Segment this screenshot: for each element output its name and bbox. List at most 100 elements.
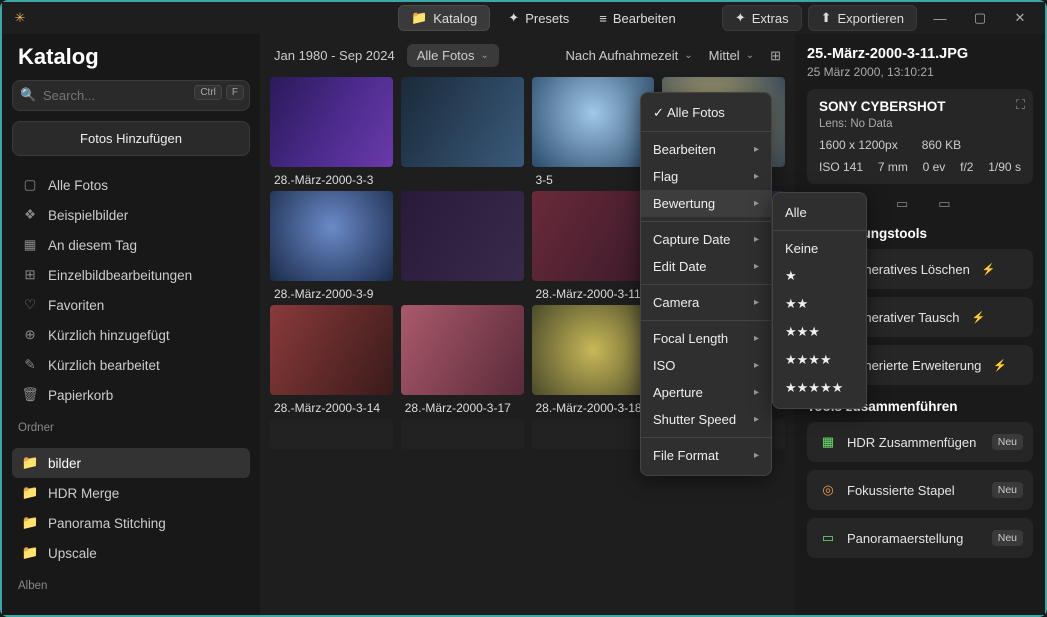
thumb-label: 28.-März-2000-3-14 [270,395,393,419]
ev-value: 0 ev [923,160,946,174]
dimensions: 1600 x 1200px [819,138,898,152]
sidebar-title: Katalog [18,44,250,70]
folder-bilder[interactable]: 📁bilder [12,448,250,478]
nav-favorites[interactable]: ♡Favoriten [12,290,250,320]
nav-single-edits[interactable]: ⊞Einzelbildbearbeitungen [12,260,250,290]
date-range: Jan 1980 - Sep 2024 [274,48,395,63]
dd-format[interactable]: File Format▸ [641,442,771,469]
dd-iso[interactable]: ISO▸ [641,352,771,379]
chevron-down-icon: ⌄ [746,50,754,61]
thumbnail[interactable] [401,305,524,395]
app-logo: ✳ [10,8,30,28]
folder-upscale[interactable]: 📁Upscale [12,538,250,568]
thumbnail[interactable] [270,191,393,281]
folder-icon: 📁 [22,485,38,501]
new-badge: Neu [992,482,1023,498]
filter-chip[interactable]: Alle Fotos⌄ [407,44,499,67]
titlebar: ✳ 📁Katalog ✦Presets ≡Bearbeiten ✦Extras … [2,2,1045,34]
nav-recent-added[interactable]: ⊕Kürzlich hinzugefügt [12,320,250,350]
stack2-icon[interactable]: ▭ [938,196,950,212]
thumbnail[interactable] [532,77,655,167]
tool-panorama[interactable]: ▭PanoramaerstellungNeu [807,518,1033,558]
thumb-label: 3-5 [532,167,655,191]
new-badge: Neu [992,530,1023,546]
tab-presets[interactable]: ✦Presets [496,5,581,31]
file-size: 860 KB [922,138,961,152]
search-icon: 🔍 [20,87,36,103]
filter-dropdown: ✓Alle Fotos Bearbeiten▸ Flag▸ Bewertung▸… [640,92,772,476]
folder-hdr[interactable]: 📁HDR Merge [12,478,250,508]
focal-value: 7 mm [878,160,908,174]
dd-aperture[interactable]: Aperture▸ [641,379,771,406]
content-area: Jan 1980 - Sep 2024 Alle Fotos⌄ Nach Auf… [260,34,795,615]
thumb-label: 28.-März-2000-3-18 [532,395,655,419]
thumbnail[interactable] [401,191,524,281]
folder-panorama[interactable]: 📁Panorama Stitching [12,508,250,538]
dd-rating[interactable]: Bewertung▸ [641,190,771,217]
maximize-button[interactable]: ▢ [963,6,997,30]
thumbnail[interactable] [401,419,524,449]
camera-name: SONY CYBERSHOT [819,99,1021,114]
nav-all-photos[interactable]: ▢Alle Fotos [12,170,250,200]
chevron-right-icon: ▸ [754,171,759,182]
thumb-label: 28.-März-2000-3-9 [270,281,393,305]
calendar-icon: ▦ [22,237,38,253]
thumbnail[interactable] [532,191,655,281]
thumbnail[interactable] [532,419,655,449]
bolt-icon: ⚡ [972,311,986,324]
shutter-value: 1/90 s [988,160,1021,174]
thumbnail[interactable] [270,77,393,167]
minimize-button[interactable]: — [923,6,957,30]
chevron-right-icon: ▸ [754,333,759,344]
photos-icon: ▢ [22,177,38,193]
layout-toggle[interactable]: ⊞ [770,48,781,64]
folders-section-label: Ordner [18,422,250,434]
panorama-icon: ▭ [819,529,837,547]
rating-2star[interactable]: ★★ [773,290,866,318]
chevron-down-icon: ⌄ [684,50,692,61]
tool-stack[interactable]: ◎Fokussierte StapelNeu [807,470,1033,510]
nav-recent-edited[interactable]: ✎Kürzlich bearbeitet [12,350,250,380]
rating-3star[interactable]: ★★★ [773,318,866,346]
dd-edit-date[interactable]: Edit Date▸ [641,253,771,280]
tab-edit[interactable]: ≡Bearbeiten [587,5,687,31]
rating-none[interactable]: Keine [773,235,866,262]
thumbnail[interactable] [270,305,393,395]
dd-camera[interactable]: Camera▸ [641,289,771,316]
dd-capture-date[interactable]: Capture Date▸ [641,226,771,253]
add-photos-button[interactable]: Fotos Hinzufügen [12,121,250,156]
dd-focal[interactable]: Focal Length▸ [641,325,771,352]
dd-all-photos[interactable]: ✓Alle Fotos [641,99,771,127]
nav-examples[interactable]: ❖Beispielbilder [12,200,250,230]
expand-icon[interactable]: ⛶ [1016,97,1025,113]
extras-button[interactable]: ✦Extras [722,5,802,31]
size-dropdown[interactable]: Mittel⌄ [709,48,754,63]
rating-all[interactable]: Alle [773,199,866,226]
search-shortcut: CtrlF [194,85,244,100]
rating-submenu: Alle Keine ★ ★★ ★★★ ★★★★ ★★★★★ [772,192,867,409]
rating-4star[interactable]: ★★★★ [773,346,866,374]
nav-trash[interactable]: 🗑Papierkorb [12,380,250,410]
chevron-right-icon: ▸ [754,234,759,245]
tab-catalog[interactable]: 📁Katalog [398,5,490,31]
thumb-label [401,281,524,305]
edits-icon: ⊞ [22,267,38,283]
export-button[interactable]: ⬆Exportieren [808,5,917,31]
iso-value: ISO 141 [819,160,863,174]
thumb-label: 28.-März-2000-3-17 [401,395,524,419]
close-button[interactable]: ✕ [1003,6,1037,30]
tool-hdr[interactable]: ▦HDR ZusammenfügenNeu [807,422,1033,462]
rating-1star[interactable]: ★ [773,262,866,290]
dd-shutter[interactable]: Shutter Speed▸ [641,406,771,433]
nav-on-this-day[interactable]: ▦An diesem Tag [12,230,250,260]
sort-dropdown[interactable]: Nach Aufnahmezeit⌄ [566,48,693,63]
thumbnail[interactable] [532,305,655,395]
thumbnail[interactable] [401,77,524,167]
rating-5star[interactable]: ★★★★★ [773,374,866,402]
thumb-label: 28.-März-2000-3-11 [532,281,655,305]
dd-edit[interactable]: Bearbeiten▸ [641,136,771,163]
recent-add-icon: ⊕ [22,327,38,343]
thumbnail[interactable] [270,419,393,449]
stack-icon[interactable]: ▭ [896,196,908,212]
dd-flag[interactable]: Flag▸ [641,163,771,190]
